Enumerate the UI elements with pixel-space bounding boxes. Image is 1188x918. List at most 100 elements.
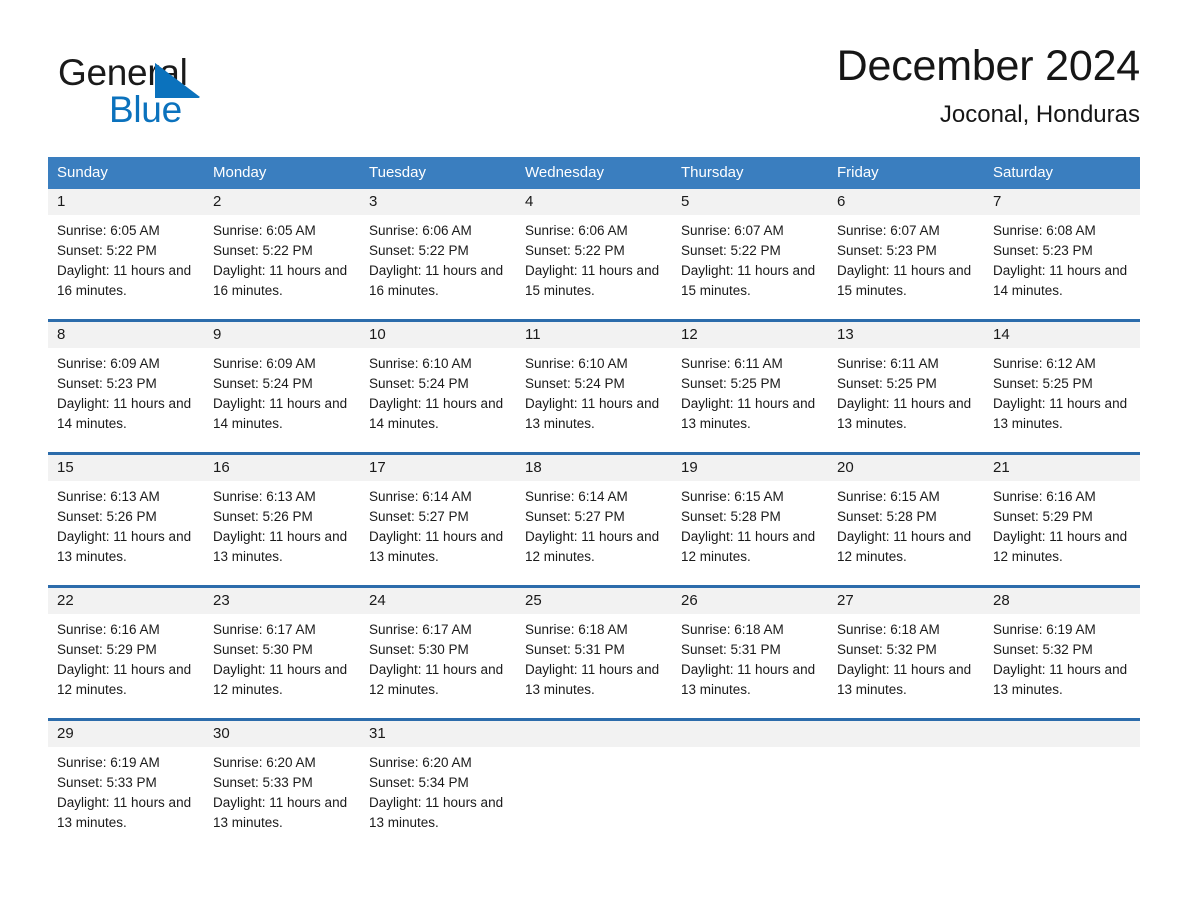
day-cell[interactable]: Sunrise: 6:13 AM Sunset: 5:26 PM Dayligh… — [204, 481, 360, 573]
day-number[interactable]: 3 — [360, 189, 516, 215]
day-number[interactable]: 19 — [672, 455, 828, 481]
day-number[interactable]: 16 — [204, 455, 360, 481]
day-cell[interactable]: Sunrise: 6:09 AM Sunset: 5:23 PM Dayligh… — [48, 348, 204, 440]
day-cell[interactable]: Sunrise: 6:18 AM Sunset: 5:31 PM Dayligh… — [672, 614, 828, 706]
day-number[interactable]: 27 — [828, 588, 984, 614]
day-cell[interactable]: Sunrise: 6:06 AM Sunset: 5:22 PM Dayligh… — [360, 215, 516, 307]
daylight-text: Daylight: 11 hours and 13 minutes. — [993, 662, 1128, 697]
day-number[interactable]: 8 — [48, 322, 204, 348]
sunset-text: Sunset: 5:31 PM — [681, 642, 781, 657]
day-cell[interactable]: Sunrise: 6:20 AM Sunset: 5:34 PM Dayligh… — [360, 747, 516, 839]
sunset-text: Sunset: 5:30 PM — [213, 642, 313, 657]
sunrise-text: Sunrise: 6:10 AM — [369, 356, 472, 371]
day-cell-empty — [984, 747, 1140, 839]
day-cell[interactable]: Sunrise: 6:07 AM Sunset: 5:22 PM Dayligh… — [672, 215, 828, 307]
day-cell[interactable]: Sunrise: 6:11 AM Sunset: 5:25 PM Dayligh… — [672, 348, 828, 440]
brand-logo[interactable]: General Blue — [58, 52, 288, 132]
day-number[interactable]: 15 — [48, 455, 204, 481]
day-number[interactable]: 9 — [204, 322, 360, 348]
day-number[interactable]: 6 — [828, 189, 984, 215]
sunrise-text: Sunrise: 6:11 AM — [681, 356, 783, 371]
day-number[interactable]: 10 — [360, 322, 516, 348]
day-number[interactable]: 24 — [360, 588, 516, 614]
day-cell[interactable]: Sunrise: 6:05 AM Sunset: 5:22 PM Dayligh… — [48, 215, 204, 307]
day-cell[interactable]: Sunrise: 6:07 AM Sunset: 5:23 PM Dayligh… — [828, 215, 984, 307]
day-cell[interactable]: Sunrise: 6:16 AM Sunset: 5:29 PM Dayligh… — [48, 614, 204, 706]
day-cell[interactable]: Sunrise: 6:19 AM Sunset: 5:33 PM Dayligh… — [48, 747, 204, 839]
weekday-header-row: Sunday Monday Tuesday Wednesday Thursday… — [48, 157, 1140, 189]
daylight-text: Daylight: 11 hours and 12 minutes. — [993, 529, 1128, 564]
day-cell[interactable]: Sunrise: 6:17 AM Sunset: 5:30 PM Dayligh… — [204, 614, 360, 706]
day-cell[interactable]: Sunrise: 6:10 AM Sunset: 5:24 PM Dayligh… — [360, 348, 516, 440]
day-cell[interactable]: Sunrise: 6:16 AM Sunset: 5:29 PM Dayligh… — [984, 481, 1140, 573]
sunrise-text: Sunrise: 6:10 AM — [525, 356, 628, 371]
day-number[interactable]: 12 — [672, 322, 828, 348]
day-number[interactable]: 18 — [516, 455, 672, 481]
day-number[interactable]: 5 — [672, 189, 828, 215]
week-info-band: Sunrise: 6:09 AM Sunset: 5:23 PM Dayligh… — [48, 348, 1140, 440]
day-cell[interactable]: Sunrise: 6:18 AM Sunset: 5:31 PM Dayligh… — [516, 614, 672, 706]
day-cell[interactable]: Sunrise: 6:06 AM Sunset: 5:22 PM Dayligh… — [516, 215, 672, 307]
day-cell[interactable]: Sunrise: 6:13 AM Sunset: 5:26 PM Dayligh… — [48, 481, 204, 573]
daylight-text: Daylight: 11 hours and 12 minutes. — [57, 662, 192, 697]
sunset-text: Sunset: 5:22 PM — [369, 243, 469, 258]
daylight-text: Daylight: 11 hours and 13 minutes. — [525, 662, 660, 697]
daylight-text: Daylight: 11 hours and 15 minutes. — [681, 263, 816, 298]
sunrise-text: Sunrise: 6:14 AM — [369, 489, 472, 504]
day-number[interactable]: 14 — [984, 322, 1140, 348]
day-cell[interactable]: Sunrise: 6:15 AM Sunset: 5:28 PM Dayligh… — [828, 481, 984, 573]
day-number[interactable]: 30 — [204, 721, 360, 747]
week-info-band: Sunrise: 6:13 AM Sunset: 5:26 PM Dayligh… — [48, 481, 1140, 573]
day-number[interactable]: 26 — [672, 588, 828, 614]
day-number[interactable]: 31 — [360, 721, 516, 747]
day-cell[interactable]: Sunrise: 6:08 AM Sunset: 5:23 PM Dayligh… — [984, 215, 1140, 307]
day-cell[interactable]: Sunrise: 6:10 AM Sunset: 5:24 PM Dayligh… — [516, 348, 672, 440]
day-cell[interactable]: Sunrise: 6:15 AM Sunset: 5:28 PM Dayligh… — [672, 481, 828, 573]
day-number[interactable]: 22 — [48, 588, 204, 614]
week-info-band: Sunrise: 6:05 AM Sunset: 5:22 PM Dayligh… — [48, 215, 1140, 307]
day-cell-empty — [828, 747, 984, 839]
day-number[interactable]: 7 — [984, 189, 1140, 215]
day-number[interactable]: 25 — [516, 588, 672, 614]
sunset-text: Sunset: 5:23 PM — [837, 243, 937, 258]
sunset-text: Sunset: 5:24 PM — [525, 376, 625, 391]
daylight-text: Daylight: 11 hours and 13 minutes. — [681, 396, 816, 431]
day-number[interactable]: 28 — [984, 588, 1140, 614]
sunset-text: Sunset: 5:33 PM — [57, 775, 157, 790]
day-number[interactable]: 13 — [828, 322, 984, 348]
page-subtitle: Joconal, Honduras — [939, 101, 1140, 128]
day-cell[interactable]: Sunrise: 6:11 AM Sunset: 5:25 PM Dayligh… — [828, 348, 984, 440]
day-number[interactable]: 29 — [48, 721, 204, 747]
week-date-band: 22 23 24 25 26 27 28 — [48, 588, 1140, 614]
week-date-band: 1 2 3 4 5 6 7 — [48, 189, 1140, 215]
day-cell[interactable]: Sunrise: 6:09 AM Sunset: 5:24 PM Dayligh… — [204, 348, 360, 440]
daylight-text: Daylight: 11 hours and 12 minutes. — [525, 529, 660, 564]
sunset-text: Sunset: 5:22 PM — [681, 243, 781, 258]
day-number[interactable]: 4 — [516, 189, 672, 215]
day-cell[interactable]: Sunrise: 6:19 AM Sunset: 5:32 PM Dayligh… — [984, 614, 1140, 706]
day-cell[interactable]: Sunrise: 6:17 AM Sunset: 5:30 PM Dayligh… — [360, 614, 516, 706]
day-cell[interactable]: Sunrise: 6:14 AM Sunset: 5:27 PM Dayligh… — [516, 481, 672, 573]
calendar-grid: Sunday Monday Tuesday Wednesday Thursday… — [48, 157, 1140, 839]
day-number-empty — [828, 721, 984, 747]
day-cell[interactable]: Sunrise: 6:12 AM Sunset: 5:25 PM Dayligh… — [984, 348, 1140, 440]
day-number[interactable]: 1 — [48, 189, 204, 215]
sunset-text: Sunset: 5:32 PM — [993, 642, 1093, 657]
day-cell[interactable]: Sunrise: 6:05 AM Sunset: 5:22 PM Dayligh… — [204, 215, 360, 307]
day-number[interactable]: 17 — [360, 455, 516, 481]
daylight-text: Daylight: 11 hours and 13 minutes. — [57, 795, 192, 830]
daylight-text: Daylight: 11 hours and 16 minutes. — [57, 263, 192, 298]
sunset-text: Sunset: 5:29 PM — [993, 509, 1093, 524]
sunrise-text: Sunrise: 6:17 AM — [213, 622, 316, 637]
day-cell[interactable]: Sunrise: 6:18 AM Sunset: 5:32 PM Dayligh… — [828, 614, 984, 706]
day-number[interactable]: 21 — [984, 455, 1140, 481]
day-cell[interactable]: Sunrise: 6:14 AM Sunset: 5:27 PM Dayligh… — [360, 481, 516, 573]
day-number[interactable]: 11 — [516, 322, 672, 348]
day-cell[interactable]: Sunrise: 6:20 AM Sunset: 5:33 PM Dayligh… — [204, 747, 360, 839]
day-number[interactable]: 20 — [828, 455, 984, 481]
day-number[interactable]: 2 — [204, 189, 360, 215]
day-number[interactable]: 23 — [204, 588, 360, 614]
daylight-text: Daylight: 11 hours and 13 minutes. — [369, 529, 504, 564]
sunset-text: Sunset: 5:25 PM — [681, 376, 781, 391]
weekday-header-tuesday: Tuesday — [369, 164, 426, 181]
